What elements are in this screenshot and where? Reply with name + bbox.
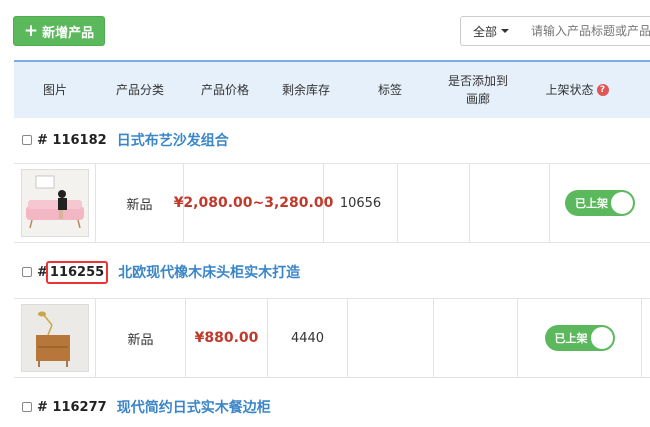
status-cell: 已上架 bbox=[518, 299, 642, 377]
product-detail-row: 新品 ¥880.00 4440 已上架 bbox=[14, 298, 650, 378]
status-cell: 已上架 bbox=[550, 164, 650, 242]
filter-dropdown[interactable]: 全部 bbox=[460, 16, 522, 46]
listing-status-toggle[interactable]: 已上架 bbox=[544, 325, 615, 351]
toggle-knob bbox=[590, 327, 613, 349]
image-cell bbox=[14, 299, 96, 377]
tags-cell bbox=[398, 164, 470, 242]
select-checkbox[interactable] bbox=[22, 402, 32, 412]
price-cell: ¥880.00 bbox=[186, 299, 268, 377]
header-category: 产品分类 bbox=[115, 83, 164, 97]
select-checkbox[interactable] bbox=[22, 267, 32, 277]
header-stock: 剩余库存 bbox=[281, 83, 330, 97]
gallery-cell bbox=[470, 164, 550, 242]
add-product-button[interactable]: + 新增产品 bbox=[13, 16, 105, 46]
header-tags: 标签 bbox=[377, 83, 402, 97]
stock-cell: 4440 bbox=[268, 299, 348, 377]
toolbar: + 新增产品 全部 bbox=[0, 0, 650, 60]
product-thumbnail[interactable] bbox=[20, 169, 89, 237]
image-cell bbox=[14, 164, 96, 242]
price-value: ¥2,080.00~3,280.00 bbox=[173, 195, 334, 211]
price-cell: ¥2,080.00~3,280.00 bbox=[174, 164, 333, 242]
listing-status-toggle[interactable]: 已上架 bbox=[565, 190, 635, 216]
stock-cell: 10656 bbox=[324, 164, 398, 242]
help-icon[interactable]: ? bbox=[596, 84, 609, 96]
product-title-row: # 116277 现代简约日式实木餐边柜 bbox=[14, 388, 650, 426]
product-id: # 116277 bbox=[37, 399, 107, 415]
header-image: 图片 bbox=[42, 83, 67, 97]
product-title-row: # 116255 北欧现代橡木床头柜实木打造 bbox=[14, 253, 650, 291]
toggle-label: 已上架 bbox=[575, 197, 608, 210]
table-header: 图片 产品分类 产品价格 剩余库存 标签 是否添加到 画廊 上架状态 ? bbox=[14, 60, 650, 118]
category-cell: 新品 bbox=[96, 299, 186, 377]
tags-cell bbox=[348, 299, 434, 377]
product-id: # 116182 bbox=[37, 132, 107, 148]
category-cell: 新品 bbox=[96, 164, 184, 242]
product-title-link[interactable]: 日式布艺沙发组合 bbox=[117, 130, 229, 150]
toggle-knob bbox=[611, 192, 633, 214]
plus-icon: + bbox=[23, 20, 39, 41]
product-thumbnail[interactable] bbox=[20, 304, 89, 372]
header-status-label: 上架状态 bbox=[545, 83, 594, 97]
header-gallery: 是否添加到 画廊 bbox=[434, 62, 522, 118]
header-gallery-line1: 是否添加到 bbox=[447, 74, 508, 88]
header-status: 上架状态 ? bbox=[522, 62, 632, 118]
product-title-row: # 116182 日式布艺沙发组合 bbox=[14, 121, 650, 159]
search-input[interactable] bbox=[521, 16, 650, 46]
product-detail-row: 新品 ¥2,080.00~3,280.00 10656 已上架 bbox=[14, 163, 650, 243]
toggle-label: 已上架 bbox=[554, 332, 588, 345]
filter-label: 全部 bbox=[472, 24, 497, 39]
select-checkbox[interactable] bbox=[22, 135, 32, 145]
header-price: 产品价格 bbox=[200, 83, 249, 97]
header-gallery-line2: 画廊 bbox=[465, 92, 490, 106]
gallery-cell bbox=[434, 299, 518, 377]
caret-down-icon bbox=[501, 29, 509, 33]
product-id-highlight: 116255 bbox=[45, 260, 109, 284]
price-value: ¥880.00 bbox=[194, 330, 259, 346]
product-title-link[interactable]: 北欧现代橡木床头柜实木打造 bbox=[118, 262, 300, 282]
add-product-label: 新增产品 bbox=[42, 25, 95, 41]
product-title-link[interactable]: 现代简约日式实木餐边柜 bbox=[117, 397, 271, 417]
